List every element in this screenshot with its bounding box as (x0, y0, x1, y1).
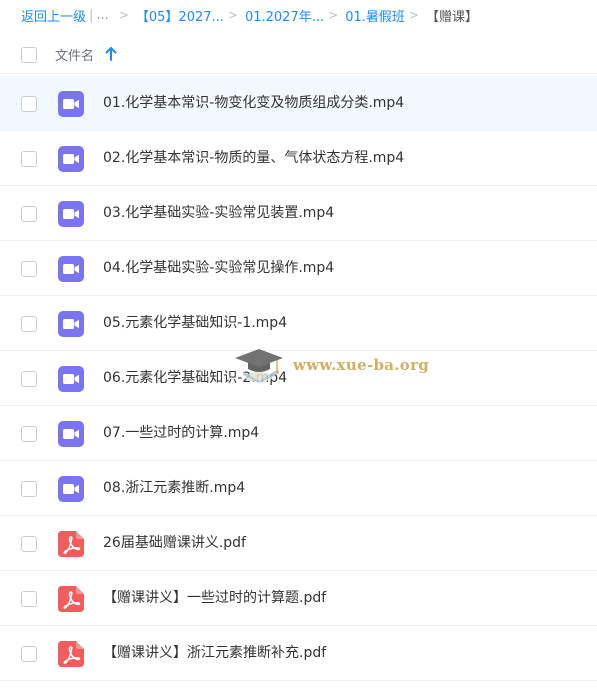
video-file-icon (58, 256, 84, 282)
file-checkbox[interactable] (21, 261, 37, 277)
file-checkbox[interactable] (21, 316, 37, 332)
file-checkbox[interactable] (21, 426, 37, 442)
file-checkbox[interactable] (21, 646, 37, 662)
file-name[interactable]: 07.一些过时的计算.mp4 (103, 406, 259, 461)
file-row[interactable]: 04.化学基础实验-实验常见操作.mp4 (0, 241, 597, 296)
sort-ascending-icon[interactable] (104, 46, 118, 62)
file-name[interactable]: 06.元素化学基础知识-2.mp4 (103, 351, 287, 406)
breadcrumb-current: 【赠课】 (425, 9, 478, 25)
file-name[interactable]: 【赠课讲义】一些过时的计算题.pdf (103, 571, 326, 626)
video-file-icon (58, 311, 84, 337)
file-name[interactable]: 【赠课讲义】浙江元素推断补充.pdf (103, 626, 326, 681)
video-file-icon (58, 201, 84, 227)
file-checkbox[interactable] (21, 536, 37, 552)
select-all-checkbox[interactable] (21, 47, 37, 63)
breadcrumb: 返回上一级 | ... > 【05】2027... > 01.2027年... … (0, 0, 597, 30)
list-header: 文件名 (0, 36, 597, 74)
file-checkbox[interactable] (21, 151, 37, 167)
file-row[interactable]: 06.元素化学基础知识-2.mp4 (0, 351, 597, 406)
back-link[interactable]: 返回上一级 (21, 6, 86, 25)
pdf-file-icon (58, 586, 84, 612)
file-checkbox[interactable] (21, 371, 37, 387)
breadcrumb-item[interactable]: 【05】2027... (136, 6, 224, 25)
file-row[interactable]: 01.化学基本常识-物变化变及物质组成分类.mp4 (0, 76, 597, 131)
video-file-icon (58, 476, 84, 502)
file-row[interactable]: 26届基础赠课讲义.pdf (0, 516, 597, 571)
file-row[interactable]: 03.化学基础实验-实验常见装置.mp4 (0, 186, 597, 241)
file-row[interactable]: 【赠课讲义】一些过时的计算题.pdf (0, 571, 597, 626)
file-name[interactable]: 01.化学基本常识-物变化变及物质组成分类.mp4 (103, 76, 404, 131)
video-file-icon (58, 366, 84, 392)
chevron-right-icon: > (118, 8, 129, 22)
chevron-right-icon: > (227, 8, 238, 22)
file-checkbox[interactable] (21, 481, 37, 497)
pdf-file-icon (58, 531, 84, 557)
video-file-icon (58, 421, 84, 447)
file-checkbox[interactable] (21, 591, 37, 607)
file-name[interactable]: 03.化学基础实验-实验常见装置.mp4 (103, 186, 334, 241)
file-name[interactable]: 02.化学基本常识-物质的量、气体状态方程.mp4 (103, 131, 404, 186)
pdf-file-icon (58, 641, 84, 667)
file-list: 01.化学基本常识-物变化变及物质组成分类.mp4 02.化学基本常识-物质的量、… (0, 76, 597, 681)
video-file-icon (58, 146, 84, 172)
file-name[interactable]: 05.元素化学基础知识-1.mp4 (103, 296, 287, 351)
file-name[interactable]: 26届基础赠课讲义.pdf (103, 516, 246, 571)
column-header-filename[interactable]: 文件名 (55, 45, 94, 64)
breadcrumb-item[interactable]: 01.暑假班 (345, 6, 405, 25)
chevron-right-icon: > (328, 8, 339, 22)
file-row[interactable]: 02.化学基本常识-物质的量、气体状态方程.mp4 (0, 131, 597, 186)
file-checkbox[interactable] (21, 96, 37, 112)
file-row[interactable]: 【赠课讲义】浙江元素推断补充.pdf (0, 626, 597, 681)
file-row[interactable]: 07.一些过时的计算.mp4 (0, 406, 597, 461)
video-file-icon (58, 91, 84, 117)
breadcrumb-divider: | (89, 7, 94, 23)
file-checkbox[interactable] (21, 206, 37, 222)
file-row[interactable]: 05.元素化学基础知识-1.mp4 (0, 296, 597, 351)
file-row[interactable]: 08.浙江元素推断.mp4 (0, 461, 597, 516)
file-name[interactable]: 08.浙江元素推断.mp4 (103, 461, 245, 516)
breadcrumb-item[interactable]: 01.2027年... (245, 6, 324, 25)
file-name[interactable]: 04.化学基础实验-实验常见操作.mp4 (103, 241, 334, 296)
chevron-right-icon: > (408, 8, 419, 22)
breadcrumb-ellipsis[interactable]: ... (96, 8, 108, 23)
